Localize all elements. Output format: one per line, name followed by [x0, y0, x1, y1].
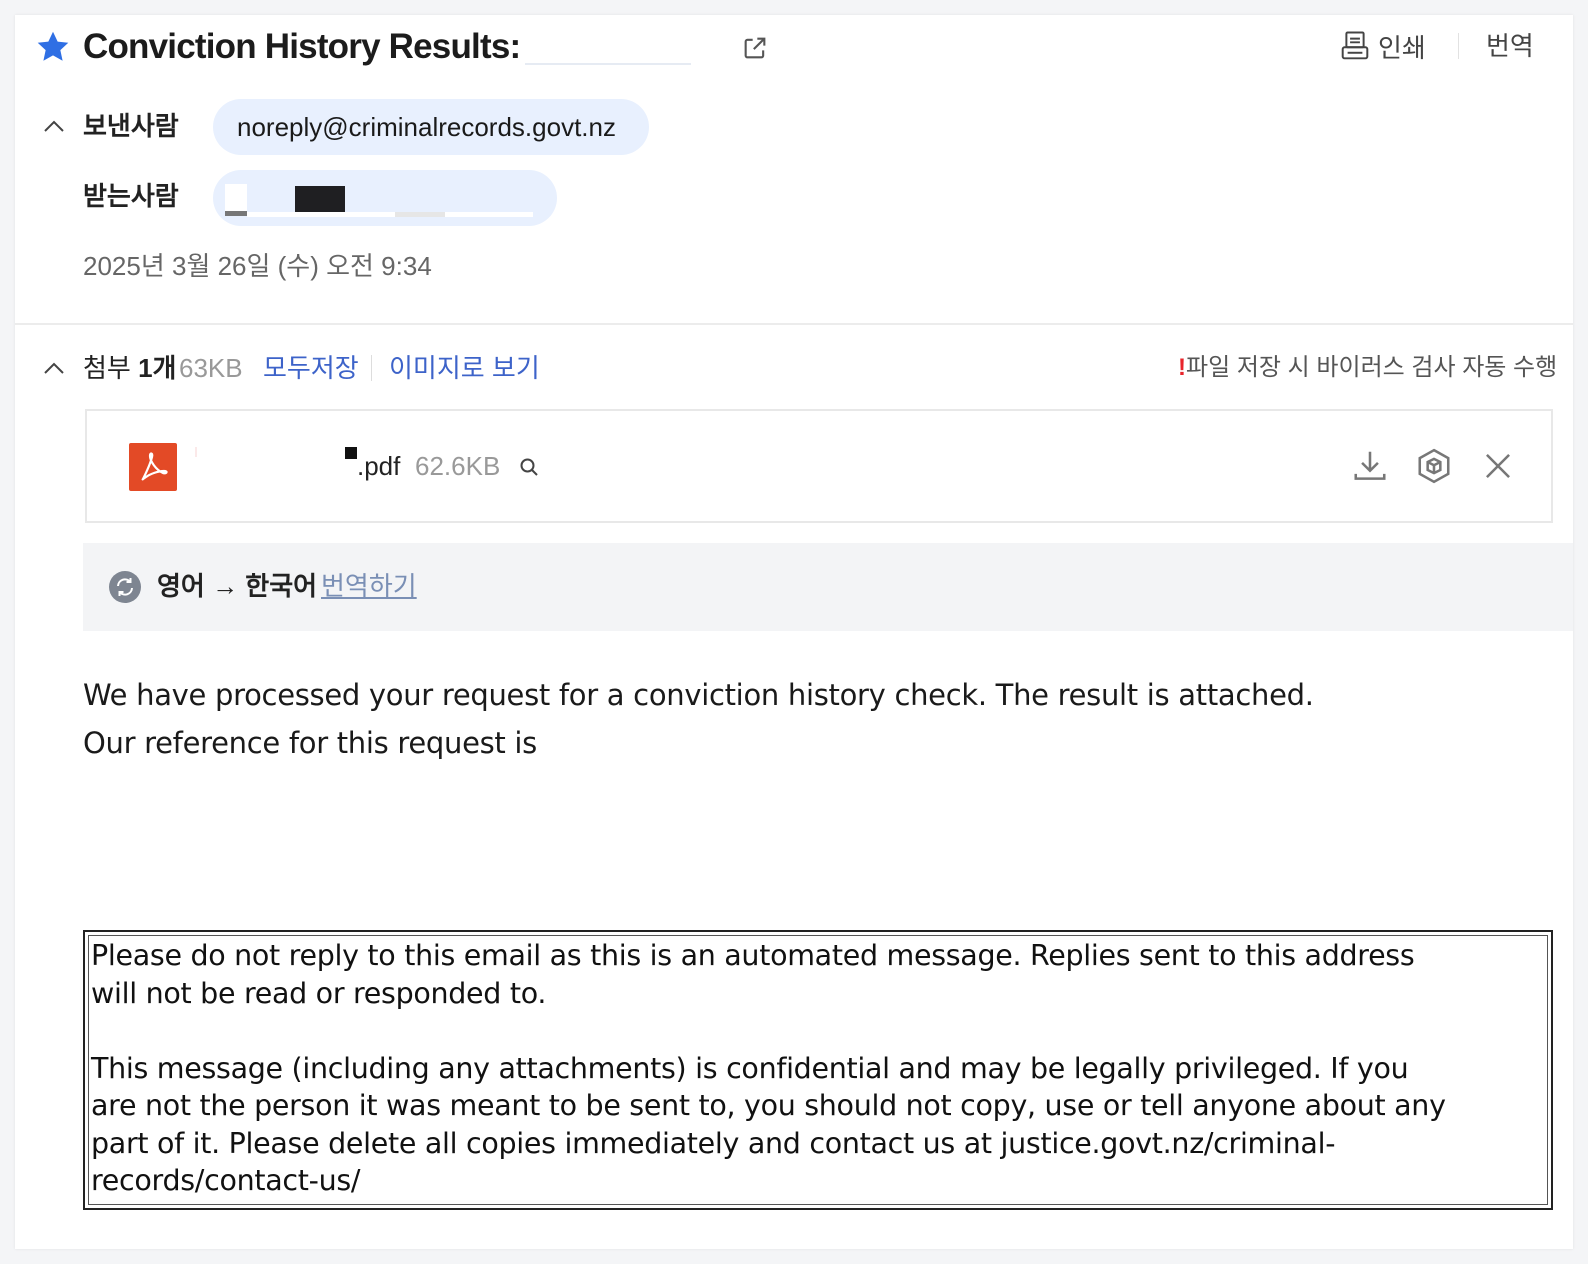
recipient-chip[interactable]	[213, 170, 557, 226]
sender-chip[interactable]: noreply@criminalrecords.govt.nz	[213, 99, 649, 155]
warning-mark: !	[1178, 354, 1186, 381]
virus-scan-notice: !파일 저장 시 바이러스 검사 자동 수행	[1178, 354, 1558, 381]
sent-date: 2025년 3월 26일 (수) 오전 9:34	[83, 251, 432, 281]
translate-action-link[interactable]: 번역하기	[321, 567, 417, 605]
disclaimer-line: This message (including any attachments)…	[91, 1051, 1409, 1085]
save-all-link[interactable]: 모두저장	[263, 351, 359, 385]
file-name-redacted	[195, 447, 197, 457]
subject-redacted-text	[525, 33, 691, 65]
attachment-file-size: 62.6KB	[415, 451, 501, 481]
disclaimer-text: Please do not reply to this email as thi…	[88, 935, 1548, 1205]
star-icon[interactable]	[35, 29, 71, 65]
sender-label: 보낸사람	[83, 111, 179, 141]
attachment-item[interactable]: .pdf 62.6KB	[85, 409, 1553, 523]
disclaimer-line: Please do not reply to this email as thi…	[91, 939, 1415, 972]
translate-languages: 영어 → 한국어	[157, 571, 318, 601]
recipient-label: 받는사람	[83, 181, 179, 211]
disclaimer-line: are not the person it was meant to be se…	[91, 1089, 1446, 1122]
disclaimer-line: records/contact-us/	[91, 1164, 361, 1197]
translate-button[interactable]: 번역	[1486, 29, 1534, 63]
view-as-image-link[interactable]: 이미지로 보기	[389, 351, 540, 385]
email-view: Conviction History Results: 인쇄 번역 보낸사람 n…	[15, 15, 1573, 1249]
toolbar-divider	[1458, 33, 1459, 59]
attachments-title: 첨부 1개	[83, 353, 177, 383]
pdf-icon	[129, 443, 177, 491]
translate-icon	[109, 571, 141, 603]
popout-icon[interactable]	[741, 34, 769, 62]
recipient-redacted	[225, 178, 533, 218]
cube-icon[interactable]	[1415, 447, 1453, 485]
chevron-up-icon[interactable]	[43, 119, 65, 133]
download-icon[interactable]	[1351, 447, 1389, 485]
body-line-2: Our reference for this request is	[83, 726, 537, 760]
disclaimer-line: part of it. Please delete all copies imm…	[91, 1126, 1336, 1160]
email-subject: Conviction History Results:	[83, 27, 521, 66]
print-icon	[1341, 31, 1369, 60]
search-icon[interactable]	[519, 457, 539, 477]
print-label: 인쇄	[1378, 32, 1426, 63]
translate-bar: 영어 → 한국어 번역하기	[83, 543, 1573, 631]
close-icon[interactable]	[1479, 447, 1517, 485]
file-name-redaction-mark	[345, 447, 357, 459]
body-line-1: We have processed your request for a con…	[83, 678, 1314, 712]
attachments-total-size: 63KB	[179, 353, 243, 383]
disclaimer-box: Please do not reply to this email as thi…	[83, 930, 1553, 1210]
attachments-collapse-icon[interactable]	[43, 361, 65, 375]
disclaimer-line: will not be read or responded to.	[91, 976, 547, 1010]
sender-email: noreply@criminalrecords.govt.nz	[237, 111, 616, 142]
header-divider	[15, 323, 1573, 325]
email-body: We have processed your request for a con…	[83, 671, 1314, 767]
link-divider	[371, 355, 372, 381]
print-button[interactable]: 인쇄	[1340, 29, 1426, 63]
attachment-file-name[interactable]: .pdf	[357, 449, 400, 483]
